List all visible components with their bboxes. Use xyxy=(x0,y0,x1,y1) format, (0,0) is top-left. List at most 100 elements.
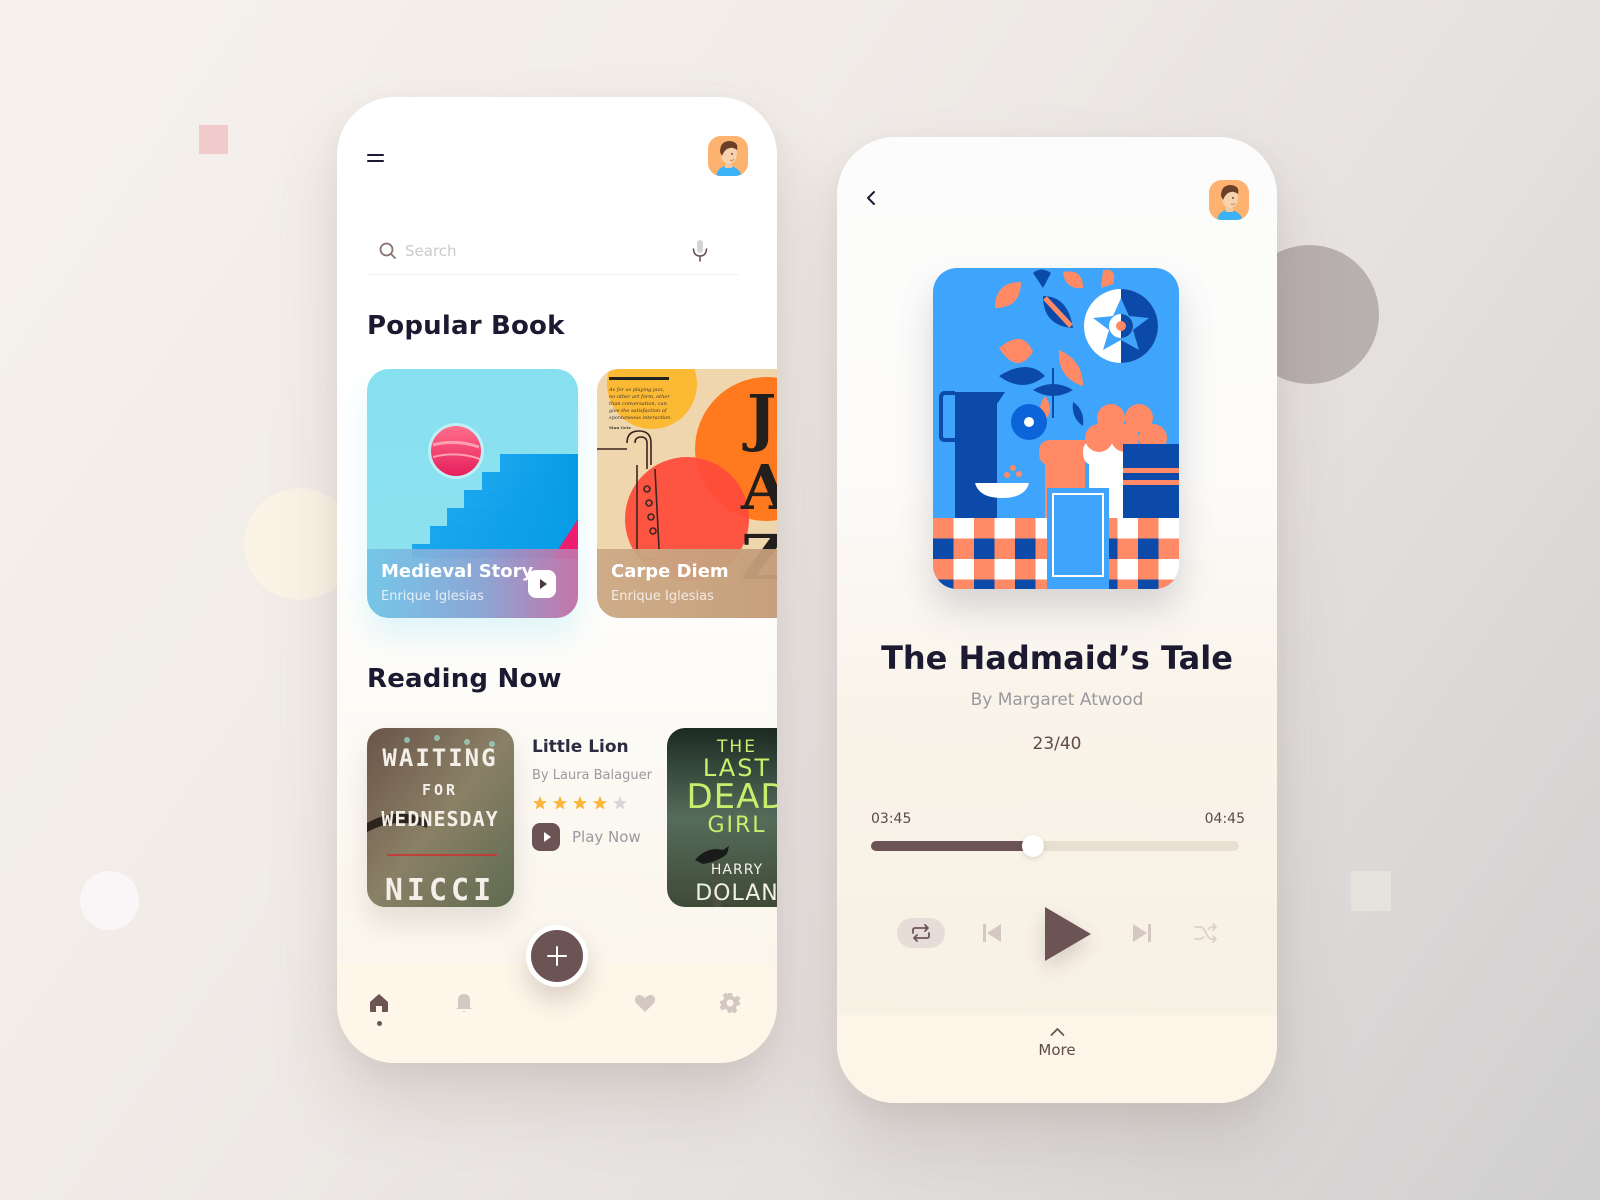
cover-author: NICCI xyxy=(385,873,495,907)
popular-book-card[interactable]: As for as playing jazz, no other art for… xyxy=(597,369,777,618)
play-button[interactable] xyxy=(528,570,556,598)
rating-stars xyxy=(532,795,652,811)
next-track-icon[interactable] xyxy=(1131,921,1153,945)
home-screen: Popular Book Medieval Story Enrique Igle… xyxy=(337,97,777,1063)
back-chevron-icon[interactable] xyxy=(863,189,879,207)
cover-title-line: WAITING xyxy=(382,744,497,772)
progress-fill xyxy=(871,841,1033,851)
repeat-icon xyxy=(912,924,930,942)
more-panel: More xyxy=(837,1015,1277,1103)
user-avatar[interactable] xyxy=(1209,180,1249,220)
microphone-icon[interactable] xyxy=(691,239,709,263)
star-filled-icon xyxy=(553,796,567,810)
reading-now-heading: Reading Now xyxy=(367,664,562,694)
popular-book-heading: Popular Book xyxy=(367,311,565,341)
tablecloth-tile xyxy=(953,579,975,589)
playback-progress-slider[interactable] xyxy=(871,835,1239,857)
tablecloth-tile xyxy=(933,559,954,580)
card-caption-overlay: Medieval Story Enrique Iglesias xyxy=(367,549,578,618)
tablecloth-tile xyxy=(1158,538,1179,560)
tablecloth-tile xyxy=(933,579,954,589)
reading-now-cover[interactable]: THE LAST DEAD GIRL HARRY DOLAN xyxy=(667,728,777,907)
svg-text:give the satisfaction of: give the satisfaction of xyxy=(609,408,668,414)
play-icon[interactable] xyxy=(1041,905,1093,963)
tablecloth-tile xyxy=(1015,518,1036,539)
cover-title-line: WEDNESDAY xyxy=(381,807,498,831)
play-now-button[interactable]: Play Now xyxy=(532,823,652,851)
tablecloth-tile xyxy=(1138,579,1159,589)
last-dead-girl-cover-art: THE LAST DEAD GIRL HARRY DOLAN xyxy=(667,728,777,907)
chapter-counter: 23/40 xyxy=(1032,734,1082,754)
tablecloth-tile xyxy=(994,538,1016,560)
cover-title-line: FOR xyxy=(422,781,458,799)
tablecloth-tile xyxy=(974,579,995,589)
player-screen: The Hadmaid’s Tale By Margaret Atwood 23… xyxy=(837,137,1277,1103)
chevron-up-icon xyxy=(1050,1028,1064,1036)
cover-author-last: DOLAN xyxy=(695,881,777,906)
tablecloth-tile xyxy=(974,559,995,580)
decor-pink-square xyxy=(199,125,228,154)
star-filled-icon xyxy=(593,796,607,810)
home-icon[interactable] xyxy=(367,991,391,1015)
search-input[interactable] xyxy=(405,241,675,260)
tablecloth-tile xyxy=(1158,518,1179,539)
bell-icon[interactable] xyxy=(452,991,476,1015)
add-book-button[interactable] xyxy=(526,925,588,987)
reading-now-info: Little Lion By Laura Balaguer Play Now xyxy=(532,737,652,851)
gear-icon[interactable] xyxy=(718,991,742,1015)
tablecloth-tile xyxy=(933,518,954,539)
tablecloth-tile xyxy=(1117,518,1139,539)
svg-text:no other art form, other: no other art form, other xyxy=(609,394,670,400)
hamburger-menu-icon[interactable] xyxy=(367,152,384,164)
search-icon xyxy=(379,242,396,259)
tablecloth-tile xyxy=(994,518,1016,539)
tablecloth-tile xyxy=(994,559,1016,580)
current-time: 03:45 xyxy=(871,811,912,827)
popular-book-title: Medieval Story xyxy=(381,561,534,582)
progress-thumb[interactable] xyxy=(1021,835,1044,857)
svg-text:A: A xyxy=(740,451,777,524)
cover-jazz-letter: J xyxy=(742,381,776,454)
more-button[interactable]: More xyxy=(1038,1027,1076,1059)
tablecloth-tile xyxy=(1138,518,1159,539)
heart-icon[interactable] xyxy=(633,991,657,1015)
tablecloth-tile xyxy=(1158,579,1179,589)
now-playing-author: By Margaret Atwood xyxy=(970,690,1144,710)
tablecloth-tile xyxy=(953,559,975,580)
tablecloth-tile xyxy=(1117,538,1139,560)
tablecloth-tile xyxy=(933,538,954,560)
tablecloth-tile xyxy=(953,518,975,539)
shuffle-icon[interactable] xyxy=(1193,921,1219,945)
tablecloth-tile xyxy=(1117,559,1139,580)
tablecloth-tile xyxy=(974,518,995,539)
active-tab-indicator xyxy=(377,1021,382,1026)
tablecloth-tile xyxy=(953,538,975,560)
decor-beige-square xyxy=(1351,871,1391,911)
cover-title-line: DEAD xyxy=(686,777,777,817)
tablecloth-tile xyxy=(1138,538,1159,560)
tablecloth-tile xyxy=(1158,559,1179,580)
repeat-button[interactable] xyxy=(897,918,945,948)
tablecloth-tile xyxy=(974,538,995,560)
now-playing-cover xyxy=(933,268,1179,589)
cover-quote-text: As for as playing jazz, xyxy=(608,387,665,393)
play-icon xyxy=(532,823,560,851)
tablecloth-tile xyxy=(1138,559,1159,580)
popular-book-author: Enrique Iglesias xyxy=(611,589,714,604)
svg-text:than conversation, can: than conversation, can xyxy=(609,401,667,407)
cover-title-line: GIRL xyxy=(707,813,766,838)
tablecloth-tile xyxy=(1015,538,1036,560)
previous-track-icon[interactable] xyxy=(981,921,1003,945)
user-avatar[interactable] xyxy=(708,136,748,176)
tablecloth-tile xyxy=(1117,579,1139,589)
avatar-illustration-icon xyxy=(708,136,748,176)
popular-book-card[interactable]: Medieval Story Enrique Iglesias xyxy=(367,369,578,618)
star-filled-icon xyxy=(573,796,587,810)
waiting-for-wednesday-cover-art: WAITING FOR WEDNESDAY NICCI xyxy=(367,728,514,907)
popular-book-title: Carpe Diem xyxy=(611,561,729,582)
reading-now-cover[interactable]: WAITING FOR WEDNESDAY NICCI xyxy=(367,728,514,907)
now-playing-title: The Hadmaid’s Tale xyxy=(881,639,1233,677)
tablecloth-tile xyxy=(1015,579,1036,589)
popular-book-author: Enrique Iglesias xyxy=(381,589,484,604)
total-time: 04:45 xyxy=(1204,811,1245,827)
